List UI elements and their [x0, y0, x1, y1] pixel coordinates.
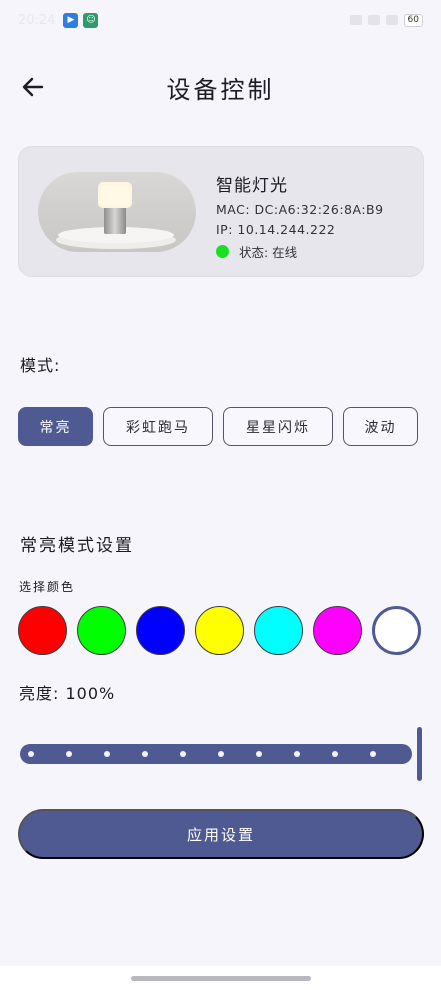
color-swatch-green[interactable] [77, 606, 126, 655]
device-info: 智能灯光 MAC: DC:A6:32:26:8A:B9 IP: 10.14.24… [216, 171, 384, 261]
slider-tick [142, 751, 148, 757]
battery-icon: 60 [403, 13, 423, 27]
apply-settings-button[interactable]: 应用设置 [18, 809, 424, 859]
status-bar: 20:24 ▶ ☺ 60 [0, 0, 441, 40]
mode-button-steady[interactable]: 常亮 [18, 407, 93, 446]
slider-tick [256, 751, 262, 757]
mode-selector: 常亮 彩虹跑马 星星闪烁 波动 [18, 407, 418, 446]
slider-tick [180, 751, 186, 757]
signal-icon [367, 15, 380, 25]
color-swatch-yellow[interactable] [195, 606, 244, 655]
mode-button-twinkle[interactable]: 星星闪烁 [223, 407, 333, 446]
mode-button-wave[interactable]: 波动 [343, 407, 418, 446]
device-status: 状态: 在线 [216, 242, 384, 261]
color-picker [18, 606, 421, 655]
settings-title: 常亮模式设置 [20, 536, 134, 556]
color-swatch-cyan[interactable] [254, 606, 303, 655]
color-swatch-magenta[interactable] [313, 606, 362, 655]
color-swatch-blue[interactable] [136, 606, 185, 655]
slider-tick [294, 751, 300, 757]
slider-tick [104, 751, 110, 757]
lamp-illustration [56, 182, 176, 249]
device-card: 智能灯光 MAC: DC:A6:32:26:8A:B9 IP: 10.14.24… [18, 146, 424, 277]
slider-tick [66, 751, 72, 757]
home-indicator[interactable] [131, 976, 311, 981]
slider-tick [332, 751, 338, 757]
status-time: 20:24 [18, 12, 56, 28]
brightness-slider-track[interactable] [20, 744, 412, 764]
video-app-icon: ▶ [63, 12, 79, 28]
status-icons: 60 [349, 13, 423, 27]
color-swatch-red[interactable] [18, 606, 67, 655]
top-app-bar: 设备控制 [0, 62, 441, 112]
wifi-icon [385, 15, 398, 25]
slider-tick [218, 751, 224, 757]
mode-label: 模式: [20, 356, 61, 375]
brightness-label: 亮度: 100% [19, 684, 116, 703]
color-label: 选择颜色 [19, 580, 76, 594]
device-name: 智能灯光 [216, 176, 288, 196]
color-swatch-white[interactable] [372, 606, 421, 655]
device-mac: MAC: DC:A6:32:26:8A:B9 [216, 202, 384, 217]
page-title: 设备控制 [166, 75, 275, 104]
online-status-dot-icon [216, 245, 229, 258]
vibrate-icon [349, 15, 362, 25]
brightness-slider-handle[interactable] [417, 727, 422, 781]
slider-tick [370, 751, 376, 757]
avatar-app-icon: ☺ [83, 12, 99, 28]
back-arrow-icon[interactable] [20, 74, 46, 100]
device-status-text: 状态: 在线 [239, 245, 298, 260]
mode-button-rainbow[interactable]: 彩虹跑马 [103, 407, 213, 446]
device-image [38, 172, 196, 252]
slider-tick [28, 751, 34, 757]
device-ip: IP: 10.14.244.222 [216, 222, 336, 237]
